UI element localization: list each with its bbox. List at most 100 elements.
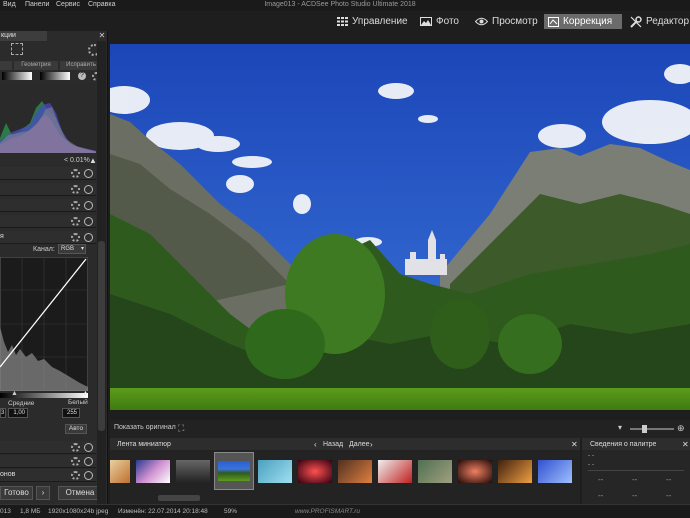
- next-button[interactable]: Далее: [349, 441, 370, 448]
- mode-photo[interactable]: Фото: [416, 14, 463, 29]
- mode-photo-label: Фото: [436, 16, 459, 27]
- menu-panels[interactable]: Панели: [25, 1, 49, 8]
- mode-view-label: Просмотр: [492, 16, 538, 27]
- close-icon[interactable]: ✕: [97, 31, 107, 41]
- section-row[interactable]: [0, 183, 96, 196]
- thumbnail[interactable]: [538, 460, 572, 483]
- mode-manage[interactable]: Управление: [333, 14, 412, 29]
- toggle-icon[interactable]: [84, 185, 93, 194]
- main-photo[interactable]: [110, 44, 690, 410]
- chevron-right-icon[interactable]: ›: [36, 486, 50, 500]
- mode-edit[interactable]: Редактор: [626, 14, 690, 29]
- tab-tune[interactable]: [0, 61, 12, 70]
- thumbnail[interactable]: [258, 460, 292, 483]
- mode-manage-label: Управление: [352, 16, 408, 27]
- gear-icon[interactable]: [71, 233, 80, 242]
- mode-view[interactable]: Просмотр: [471, 14, 542, 29]
- menu-help[interactable]: Справка: [88, 1, 115, 8]
- white-field[interactable]: 255: [62, 408, 80, 418]
- chevron-right-icon[interactable]: ›: [370, 440, 373, 449]
- white-marker[interactable]: ▲: [82, 390, 89, 397]
- done-button[interactable]: Готово: [0, 486, 33, 500]
- tone-curve-graph[interactable]: [0, 257, 88, 391]
- thumbnail-selected[interactable]: [214, 452, 254, 490]
- focus-icon[interactable]: [11, 43, 23, 55]
- thumbnail[interactable]: [418, 460, 452, 483]
- fullscreen-icon[interactable]: ⛶: [178, 423, 184, 434]
- gear-icon[interactable]: [71, 471, 80, 480]
- channel-label: Канал:: [33, 246, 55, 253]
- back-button[interactable]: Назад: [323, 441, 343, 448]
- app-window: Вид Панели Сервис Справка Image013 - ACD…: [0, 0, 690, 518]
- toggle-icon[interactable]: [84, 457, 93, 466]
- help-icon[interactable]: ?: [78, 72, 86, 80]
- section-row[interactable]: [0, 455, 96, 468]
- section-row[interactable]: онов: [0, 469, 96, 482]
- thumbnail[interactable]: [110, 460, 130, 483]
- channel-value: RGB: [61, 246, 75, 252]
- photo-icon: [420, 17, 432, 26]
- section-label: я: [0, 233, 4, 240]
- white-label: Белый: [68, 399, 88, 406]
- toggle-icon[interactable]: [84, 217, 93, 226]
- thumbnail[interactable]: [458, 460, 492, 483]
- chevron-left-icon[interactable]: ‹: [314, 440, 317, 449]
- palette-cell: --: [632, 475, 638, 484]
- thumbnail[interactable]: [298, 460, 332, 483]
- section-row[interactable]: [0, 167, 96, 180]
- section-row[interactable]: [0, 199, 96, 212]
- toggle-icon[interactable]: [84, 471, 93, 480]
- panel-scrollbar[interactable]: [97, 41, 106, 511]
- section-label: онов: [0, 471, 16, 478]
- toggle-icon[interactable]: [84, 233, 93, 242]
- cancel-button[interactable]: Отмена: [58, 486, 102, 500]
- thumbnail[interactable]: [498, 460, 532, 483]
- toggle-icon[interactable]: [84, 443, 93, 452]
- auto-button[interactable]: Авто: [65, 424, 87, 434]
- section-row[interactable]: [0, 215, 96, 228]
- zoom-menu-icon[interactable]: ▾: [618, 423, 622, 432]
- gear-icon[interactable]: [71, 443, 80, 452]
- filmstrip-scrollbar[interactable]: [158, 495, 200, 501]
- close-icon[interactable]: ✕: [682, 440, 689, 449]
- mode-develop[interactable]: Коррекция: [544, 14, 622, 29]
- midtones-label: Средние: [8, 400, 35, 407]
- tone-curve-header[interactable]: я: [0, 231, 96, 244]
- toggle-icon[interactable]: [84, 201, 93, 210]
- zoom-slider-thumb[interactable]: [642, 425, 647, 433]
- mode-bar: Управление Фото Просмотр Коррекция Редак…: [0, 11, 690, 31]
- warning-icon[interactable]: ▲: [89, 156, 97, 165]
- black-field[interactable]: 3: [0, 408, 6, 418]
- show-original-button[interactable]: Показать оригинал: [114, 424, 176, 431]
- thumbnail[interactable]: [176, 460, 210, 483]
- gear-icon[interactable]: [71, 217, 80, 226]
- scrollbar-thumb[interactable]: [98, 241, 105, 431]
- thumbnail[interactable]: [136, 460, 170, 483]
- palette-header: Сведения о палитре ✕: [582, 438, 690, 450]
- channel-select[interactable]: RGB ▾: [58, 244, 86, 254]
- midtones-field[interactable]: 1,00: [8, 408, 28, 418]
- gear-icon[interactable]: [71, 169, 80, 178]
- status-filename: 013: [0, 508, 11, 515]
- thumbnail[interactable]: [378, 460, 412, 483]
- filmstrip-title: Лента миниатюр: [117, 441, 171, 448]
- mid-marker[interactable]: ▲: [11, 390, 18, 397]
- gear-icon[interactable]: [71, 185, 80, 194]
- palette-cell: --: [632, 491, 638, 500]
- close-icon[interactable]: ✕: [571, 440, 578, 449]
- tab-repair[interactable]: Исправить: [60, 61, 102, 70]
- eye-icon: [475, 17, 488, 26]
- menu-view[interactable]: Вид: [3, 1, 16, 8]
- palette-info-panel: Сведения о палитре ✕ - - - - -- -- -- --…: [582, 438, 690, 510]
- gear-icon[interactable]: [71, 457, 80, 466]
- zoom-slider[interactable]: [630, 428, 674, 430]
- toggle-icon[interactable]: [84, 169, 93, 178]
- palette-grid: -- -- -- -- -- --: [588, 470, 684, 506]
- section-row[interactable]: [0, 441, 96, 454]
- mode-develop-label: Коррекция: [563, 16, 613, 27]
- zoom-in-icon[interactable]: ⊕: [677, 423, 685, 434]
- thumbnail[interactable]: [338, 460, 372, 483]
- menu-tools[interactable]: Сервис: [56, 1, 80, 8]
- tab-geometry[interactable]: Геометрия: [14, 61, 58, 70]
- gear-icon[interactable]: [71, 201, 80, 210]
